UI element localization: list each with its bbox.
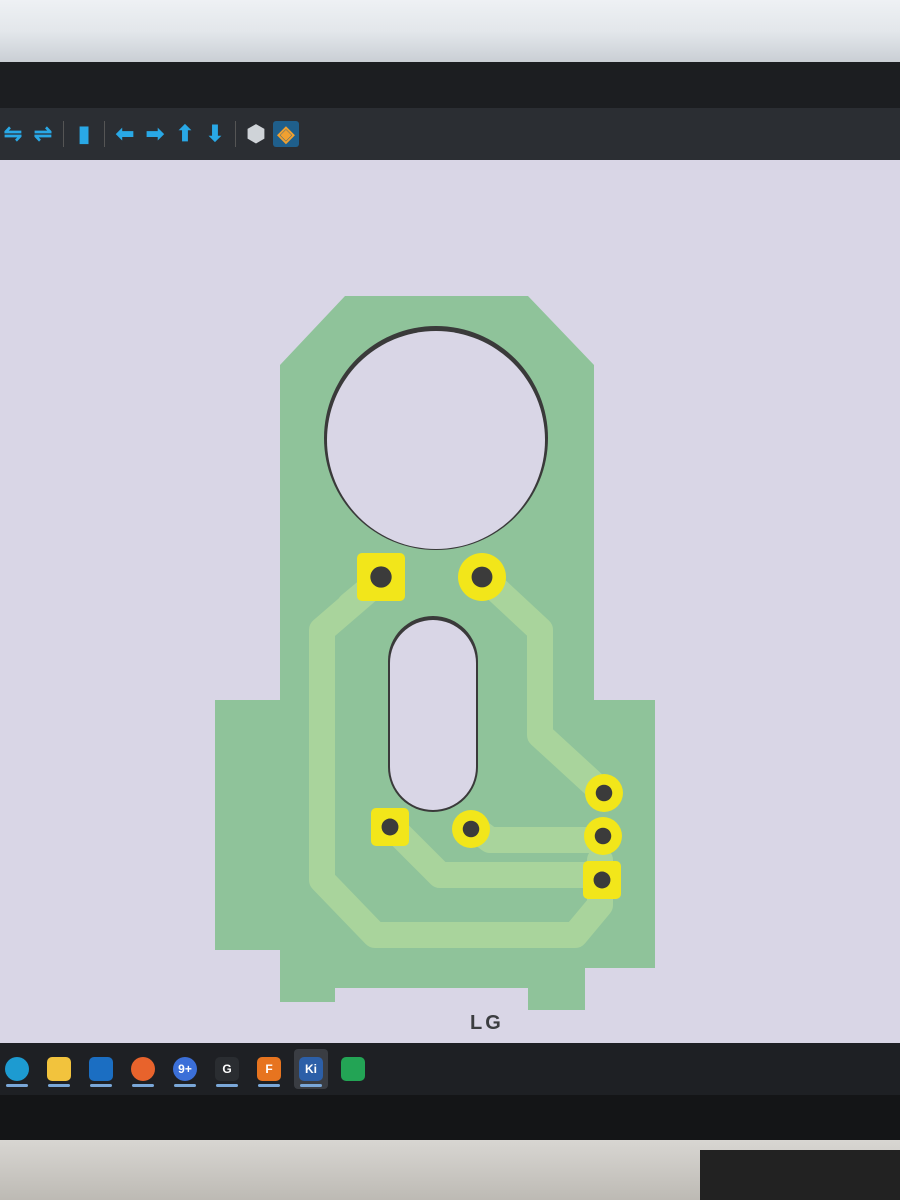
- arrow-left-icon: ⬅: [115, 121, 135, 146]
- flip-y-icon: ⇌: [33, 121, 53, 146]
- pad-drill-hole: [471, 566, 493, 588]
- taskbar-logitech[interactable]: G: [210, 1049, 244, 1089]
- 3d-viewer-canvas[interactable]: [0, 160, 900, 1043]
- slot-cutout: [390, 620, 476, 810]
- fusion-icon: F: [257, 1057, 281, 1081]
- running-indicator: [132, 1084, 154, 1087]
- taskbar-chrome[interactable]: 9+: [168, 1049, 202, 1089]
- pad-drill-hole: [462, 820, 480, 838]
- chrome-icon: 9+: [173, 1057, 197, 1081]
- arrow-right-icon: ➡: [145, 121, 165, 146]
- arrow-down-button[interactable]: ⬇: [202, 121, 228, 147]
- monitor-bezel-bottom: [0, 1095, 900, 1143]
- monitor-bezel-top: [0, 62, 900, 110]
- taskbar: 9+ G F Ki: [0, 1043, 900, 1095]
- arrow-up-icon: ⬆: [175, 121, 195, 146]
- flip-x-icon: ⇋: [3, 121, 23, 146]
- taskbar-kicad[interactable]: Ki: [294, 1049, 328, 1089]
- flip-x-button[interactable]: ⇋: [0, 121, 26, 147]
- taskbar-outlook[interactable]: [84, 1049, 118, 1089]
- window-frame: [0, 30, 900, 64]
- monitor-screen: ⇋ ⇌ ▮ ⬅ ➡ ⬆ ⬇ ⬢ ◈ 9+ G F Ki: [0, 108, 900, 1143]
- layer-stack-button[interactable]: ◈: [273, 121, 299, 147]
- taskbar-sheets[interactable]: [336, 1049, 370, 1089]
- pad-drill-hole: [595, 784, 613, 802]
- edge-icon: [5, 1057, 29, 1081]
- layer-stack-icon: ◈: [277, 121, 295, 146]
- sheets-icon: [341, 1057, 365, 1081]
- running-indicator: [48, 1084, 70, 1087]
- taskbar-edge[interactable]: [0, 1049, 34, 1089]
- 3d-box-button[interactable]: ⬢: [243, 121, 269, 147]
- pad-drill-hole: [381, 818, 399, 836]
- running-indicator: [216, 1084, 238, 1087]
- arrow-up-button[interactable]: ⬆: [172, 121, 198, 147]
- toolbar-separator: [104, 121, 105, 147]
- logitech-icon: G: [215, 1057, 239, 1081]
- flip-y-button[interactable]: ⇌: [30, 121, 56, 147]
- running-indicator: [6, 1084, 28, 1087]
- monitor-stand: [700, 1150, 900, 1200]
- running-indicator: [258, 1084, 280, 1087]
- pad-drill-hole: [594, 827, 612, 845]
- mounting-hole-large: [327, 331, 545, 549]
- monitor-brand-logo: LG: [470, 1012, 504, 1034]
- arrow-left-button[interactable]: ⬅: [112, 121, 138, 147]
- arrow-right-button[interactable]: ➡: [142, 121, 168, 147]
- toolbar-separator: [235, 121, 236, 147]
- layers-toggle-icon: ▮: [77, 121, 91, 146]
- file-explorer-icon: [47, 1057, 71, 1081]
- pad-drill-hole: [593, 871, 611, 889]
- running-indicator: [174, 1084, 196, 1087]
- layers-toggle-button[interactable]: ▮: [71, 121, 97, 147]
- 3d-box-icon: ⬢: [246, 121, 266, 146]
- viewer-toolbar: ⇋ ⇌ ▮ ⬅ ➡ ⬆ ⬇ ⬢ ◈: [0, 108, 900, 160]
- taskbar-firefox[interactable]: [126, 1049, 160, 1089]
- firefox-icon: [131, 1057, 155, 1081]
- pad-drill-hole: [370, 566, 392, 588]
- arrow-down-icon: ⬇: [205, 121, 225, 146]
- taskbar-fusion[interactable]: F: [252, 1049, 286, 1089]
- pcb-board-render: [215, 296, 655, 1010]
- toolbar-separator: [63, 121, 64, 147]
- taskbar-file-explorer[interactable]: [42, 1049, 76, 1089]
- outlook-icon: [89, 1057, 113, 1081]
- kicad-icon: Ki: [299, 1057, 323, 1081]
- running-indicator: [90, 1084, 112, 1087]
- running-indicator: [300, 1084, 322, 1087]
